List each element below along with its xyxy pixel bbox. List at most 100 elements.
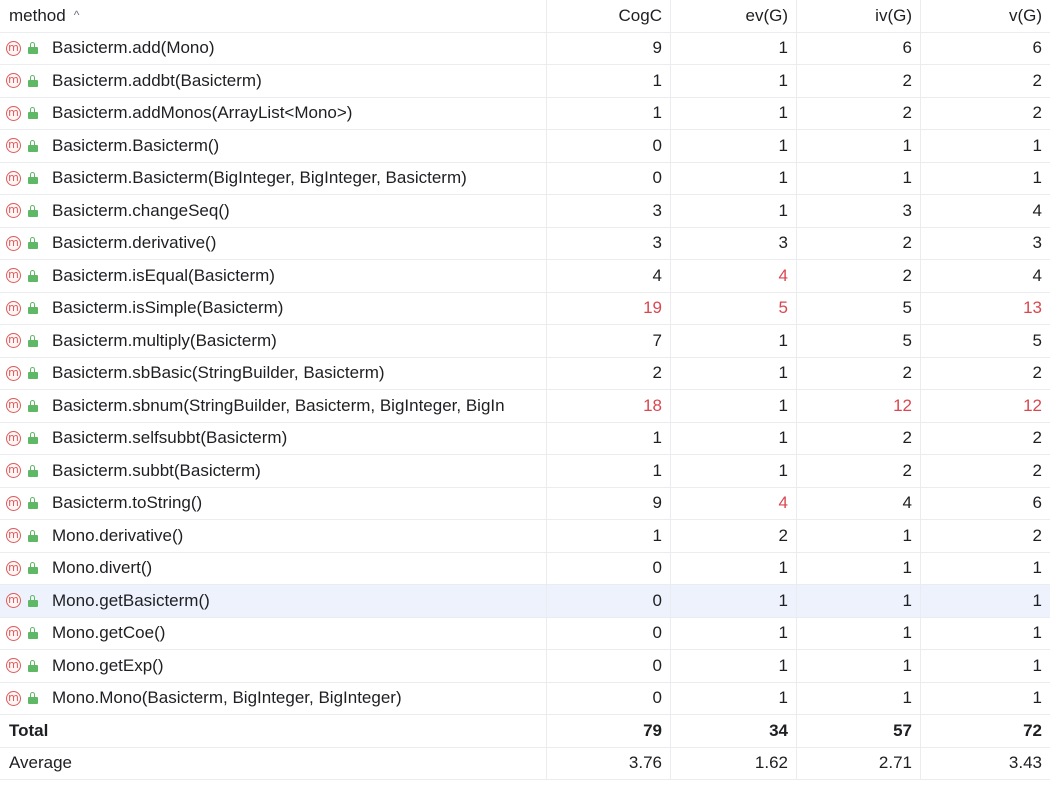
ev-value: 1: [671, 585, 797, 617]
lock-open-icon: [27, 74, 38, 87]
method-name: Mono.getBasicterm(): [52, 590, 210, 610]
table-row[interactable]: m Basicterm.selfsubbt(Basicterm) 1 1 2 2: [0, 422, 1050, 455]
lock-open-icon: [27, 139, 38, 152]
column-header-iv[interactable]: iv(G): [797, 0, 921, 32]
cogc-value: 1: [547, 422, 671, 454]
lock-open-icon: [27, 269, 38, 282]
v-value: 2: [1032, 428, 1042, 448]
method-icon: m: [6, 593, 21, 609]
method-name: Mono.getCoe(): [52, 623, 166, 643]
iv-value: 4: [797, 487, 921, 519]
ev-value: 1: [671, 65, 797, 97]
lock-open-icon: [27, 627, 38, 640]
table-row[interactable]: m Mono.derivative() 1 2 1 2: [0, 520, 1050, 553]
lock-open-icon: [27, 334, 38, 347]
ev-value: 5: [671, 292, 797, 324]
cogc-value: 1: [547, 455, 671, 487]
cogc-value: 4: [547, 260, 671, 292]
total-row[interactable]: Total 79 34 57 72: [0, 715, 1050, 748]
v-value: 1: [1032, 655, 1042, 675]
method-icon: m: [6, 365, 21, 381]
table-row[interactable]: m Basicterm.isEqual(Basicterm) 4 4 2 4: [0, 260, 1050, 293]
v-value: 6: [1032, 38, 1042, 58]
table-row[interactable]: m Basicterm.multiply(Basicterm) 7 1 5 5: [0, 325, 1050, 358]
column-header-cogc[interactable]: CogC: [547, 0, 671, 32]
v-value: 1: [1032, 688, 1042, 708]
method-name: Basicterm.derivative(): [52, 233, 217, 253]
lock-open-icon: [27, 42, 38, 55]
table-row[interactable]: m Basicterm.changeSeq() 3 1 3 4: [0, 195, 1050, 228]
column-header-v[interactable]: v(G): [921, 0, 1050, 32]
method-name: Basicterm.isEqual(Basicterm): [52, 265, 275, 285]
ev-value: 1: [671, 422, 797, 454]
lock-open-icon: [27, 204, 38, 217]
table-row[interactable]: m Mono.getCoe() 0 1 1 1: [0, 617, 1050, 650]
cogc-value: 2: [547, 357, 671, 389]
table-row[interactable]: m Basicterm.isSimple(Basicterm) 19 5 5 13: [0, 292, 1050, 325]
iv-value: 2: [797, 65, 921, 97]
method-cell: m Basicterm.changeSeq(): [0, 195, 547, 227]
table-row[interactable]: m Mono.getBasicterm() 0 1 1 1: [0, 585, 1050, 618]
method-icon: m: [6, 170, 21, 186]
iv-value: 1: [797, 650, 921, 682]
cogc-value: 9: [547, 32, 671, 64]
table-row[interactable]: m Basicterm.addbt(Basicterm) 1 1 2 2: [0, 65, 1050, 98]
table-row[interactable]: m Basicterm.toString() 9 4 4 6: [0, 487, 1050, 520]
table-row[interactable]: m Basicterm.sbnum(StringBuilder, Basicter…: [0, 390, 1050, 423]
method-cell: m Mono.divert(): [0, 552, 547, 584]
method-icon: m: [6, 40, 21, 56]
lock-open-icon: [27, 594, 38, 607]
method-name: Mono.Mono(Basicterm, BigInteger, BigInte…: [52, 688, 402, 708]
v-value: 1: [1032, 168, 1042, 188]
method-icon: m: [6, 300, 21, 316]
method-cell: m Mono.getCoe(): [0, 617, 547, 649]
table-row[interactable]: m Basicterm.sbBasic(StringBuilder, Basict…: [0, 357, 1050, 390]
table-row[interactable]: m Basicterm.Basicterm(BigInteger, BigInte…: [0, 162, 1050, 195]
ev-value: 1: [671, 455, 797, 487]
average-row[interactable]: Average 3.76 1.62 2.71 3.43: [0, 747, 1050, 780]
method-name: Basicterm.changeSeq(): [52, 200, 230, 220]
method-cell: m Basicterm.add(Mono): [0, 32, 547, 64]
ev-value: 2: [671, 520, 797, 552]
iv-value: 2: [797, 357, 921, 389]
method-icon: m: [6, 203, 21, 219]
column-header-method[interactable]: method ^: [0, 0, 547, 32]
iv-value: 2: [797, 97, 921, 129]
method-name: Mono.derivative(): [52, 525, 184, 545]
ev-value: 1: [671, 390, 797, 422]
v-value: 3: [1032, 233, 1042, 253]
ev-value: 1: [671, 617, 797, 649]
v-value: 1: [1032, 135, 1042, 155]
method-cell: m Basicterm.isSimple(Basicterm): [0, 292, 547, 324]
lock-open-icon: [27, 172, 38, 185]
cogc-value: 3: [547, 195, 671, 227]
cogc-value: 9: [547, 487, 671, 519]
table-row[interactable]: m Mono.Mono(Basicterm, BigInteger, BigInt…: [0, 682, 1050, 715]
table-row[interactable]: m Basicterm.addMonos(ArrayList<Mono>) 1 1 2 2: [0, 97, 1050, 130]
sort-ascending-icon[interactable]: ^: [74, 8, 80, 22]
method-icon: m: [6, 138, 21, 154]
method-icon: m: [6, 235, 21, 251]
table-row[interactable]: m Basicterm.subbt(Basicterm) 1 1 2 2: [0, 455, 1050, 488]
iv-value: 6: [797, 32, 921, 64]
table-row[interactable]: m Basicterm.derivative() 3 3 2 3: [0, 227, 1050, 260]
method-cell: m Mono.getExp(): [0, 650, 547, 682]
table-row[interactable]: m Mono.divert() 0 1 1 1: [0, 552, 1050, 585]
total-iv: 57: [797, 715, 921, 747]
table-row[interactable]: m Basicterm.add(Mono) 9 1 6 6: [0, 32, 1050, 65]
method-icon: m: [6, 105, 21, 121]
column-header-ev[interactable]: ev(G): [671, 0, 797, 32]
method-icon: m: [6, 528, 21, 544]
lock-open-icon: [27, 692, 38, 705]
table-row[interactable]: m Mono.getExp() 0 1 1 1: [0, 650, 1050, 683]
method-cell: m Basicterm.selfsubbt(Basicterm): [0, 422, 547, 454]
method-icon: m: [6, 430, 21, 446]
table-row[interactable]: m Basicterm.Basicterm() 0 1 1 1: [0, 130, 1050, 163]
ev-value: 1: [671, 682, 797, 714]
method-cell: m Basicterm.multiply(Basicterm): [0, 325, 547, 357]
method-name: Basicterm.sbBasic(StringBuilder, Basicte…: [52, 363, 385, 383]
cogc-value: 19: [547, 292, 671, 324]
column-header-method-label: method: [9, 5, 66, 25]
v-value: 1: [1032, 590, 1042, 610]
cogc-value: 1: [547, 97, 671, 129]
